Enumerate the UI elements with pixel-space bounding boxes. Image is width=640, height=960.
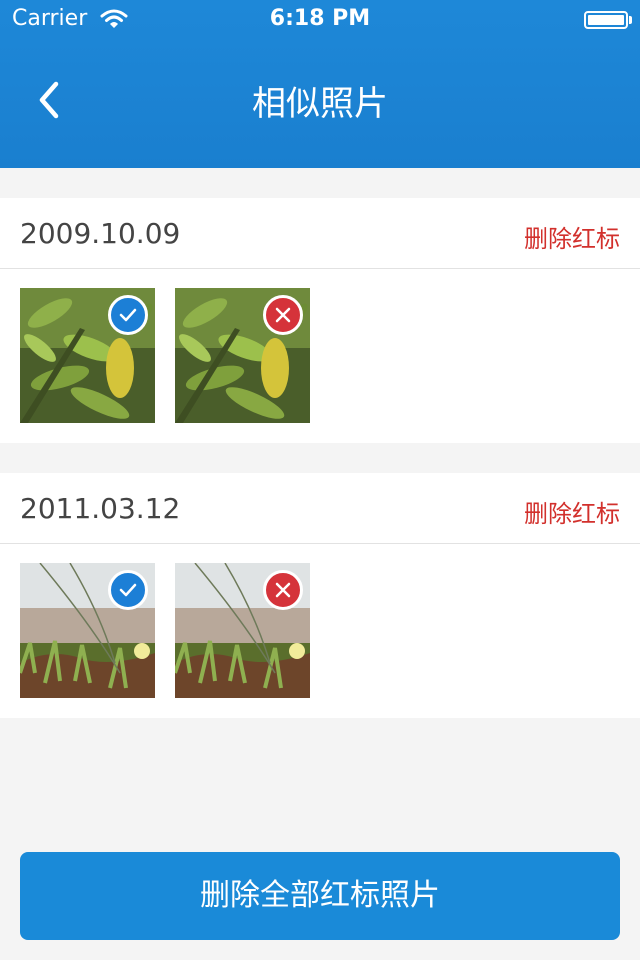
keep-badge[interactable] bbox=[108, 570, 148, 610]
keep-badge[interactable] bbox=[108, 295, 148, 335]
app-header: Carrier 6:18 PM 相似照片 bbox=[0, 0, 640, 168]
battery-tip bbox=[629, 16, 632, 24]
delete-badge[interactable] bbox=[263, 295, 303, 335]
group-date: 2011.03.12 bbox=[20, 492, 181, 525]
group-date: 2009.10.09 bbox=[20, 217, 181, 250]
close-icon bbox=[275, 307, 291, 323]
photo-group: 2011.03.12 删除红标 bbox=[0, 473, 640, 718]
photo-thumbnail[interactable] bbox=[20, 288, 155, 423]
delete-red-marked-link[interactable]: 删除红标 bbox=[524, 219, 620, 254]
clock: 6:18 PM bbox=[269, 6, 371, 31]
photo-thumbnail[interactable] bbox=[20, 563, 155, 698]
delete-all-red-marked-button[interactable]: 删除全部红标照片 bbox=[20, 852, 620, 940]
group-header: 2011.03.12 删除红标 bbox=[0, 473, 640, 544]
group-header: 2009.10.09 删除红标 bbox=[0, 198, 640, 269]
photo-thumbnail[interactable] bbox=[175, 288, 310, 423]
check-icon bbox=[119, 583, 137, 597]
page-title: 相似照片 bbox=[252, 84, 388, 124]
battery-icon bbox=[584, 11, 628, 29]
delete-red-marked-link[interactable]: 删除红标 bbox=[524, 494, 620, 529]
status-bar: Carrier 6:18 PM bbox=[0, 0, 640, 40]
photo-group: 2009.10.09 删除红标 bbox=[0, 198, 640, 443]
close-icon bbox=[275, 582, 291, 598]
check-icon bbox=[119, 308, 137, 322]
photo-thumbnail[interactable] bbox=[175, 563, 310, 698]
delete-badge[interactable] bbox=[263, 570, 303, 610]
